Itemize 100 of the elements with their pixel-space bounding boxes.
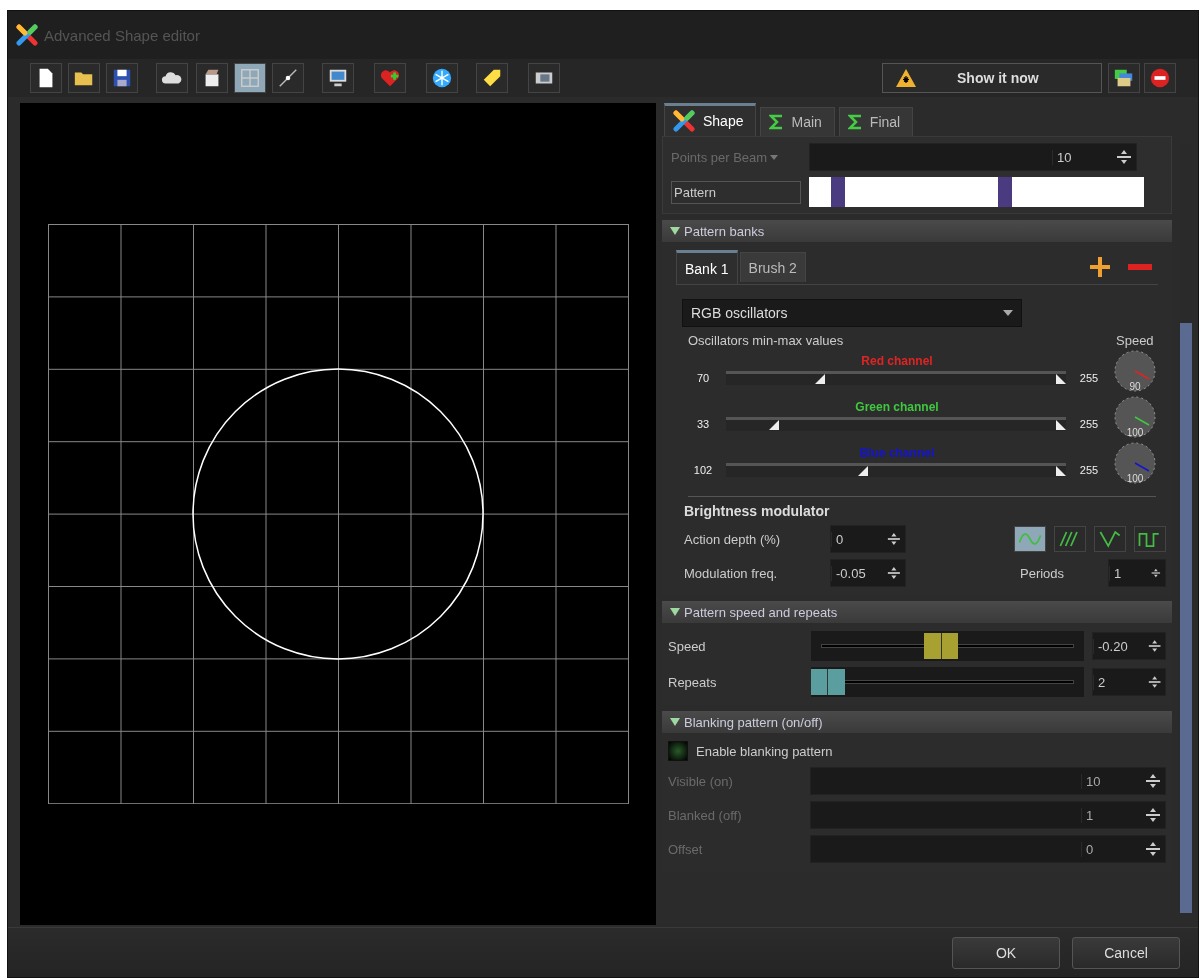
caret-icon xyxy=(1003,310,1013,316)
close-button[interactable] xyxy=(1144,63,1176,93)
knob-value: 90 xyxy=(1128,381,1142,392)
slider-thumb[interactable] xyxy=(1056,466,1066,476)
checkbox[interactable] xyxy=(668,741,688,761)
pattern-label: Pattern xyxy=(671,180,801,204)
toolbar-button[interactable] xyxy=(528,63,560,93)
floppy-icon xyxy=(111,67,133,89)
tag-icon xyxy=(481,67,503,89)
heart-plus-icon xyxy=(379,67,401,89)
toolbar-button[interactable] xyxy=(426,63,458,93)
channel-name: Red channel xyxy=(861,354,933,368)
number-field[interactable]: 0 xyxy=(830,525,906,553)
field-label: Speed xyxy=(668,638,707,654)
speed-knob[interactable]: 90 xyxy=(1112,348,1158,394)
speed-knob[interactable]: 100 xyxy=(1112,440,1158,486)
add-icon[interactable] xyxy=(1088,255,1112,279)
channel-name: Green channel xyxy=(855,400,939,414)
stop-icon xyxy=(1149,67,1171,89)
knob-dial-icon xyxy=(1112,348,1158,394)
pattern-strip[interactable] xyxy=(809,177,1144,207)
tab[interactable]: Final xyxy=(838,107,914,136)
tab[interactable]: Main xyxy=(760,107,835,136)
number-field[interactable]: 2 xyxy=(1092,668,1166,696)
slider-thumb[interactable] xyxy=(815,374,826,384)
speed-knob[interactable]: 100 xyxy=(1112,394,1158,440)
snowflake-icon xyxy=(431,67,453,89)
show-it-now-button[interactable]: Show it now xyxy=(882,63,1102,93)
number-field[interactable]: 1 xyxy=(1108,559,1166,587)
slider-thumb[interactable] xyxy=(1056,420,1066,430)
section-header[interactable]: Blanking pattern (on/off) xyxy=(662,711,1172,733)
range-slider-track[interactable] xyxy=(726,463,1066,477)
toolbar-button[interactable] xyxy=(476,63,508,93)
triangle-icon xyxy=(670,227,680,235)
range-slider-track[interactable] xyxy=(726,417,1066,431)
field-label: Visible (on) xyxy=(668,773,734,789)
max-value: 255 xyxy=(1078,464,1100,476)
slider-thumb[interactable] xyxy=(768,420,779,430)
number-field[interactable]: -0.05 xyxy=(830,559,906,587)
toolbar-button[interactable] xyxy=(156,63,188,93)
mode-dropdown[interactable]: RGB oscillators xyxy=(682,299,1022,327)
waveform-button[interactable] xyxy=(1134,526,1166,552)
slider-thumb[interactable] xyxy=(810,669,845,695)
checkbox-label: Enable blanking pattern xyxy=(696,743,834,759)
windows-icon xyxy=(1113,67,1135,89)
section-title: Pattern speed and repeats xyxy=(684,604,838,620)
toolbar-button[interactable] xyxy=(374,63,406,93)
bank-tab[interactable]: Brush 2 xyxy=(739,252,806,282)
waveform-button[interactable] xyxy=(1094,526,1126,552)
ok-button[interactable]: OK xyxy=(952,936,1060,969)
field-label: Offset xyxy=(668,841,704,857)
periods-label: Periods xyxy=(1020,565,1066,581)
sigma-icon xyxy=(769,114,784,130)
number-field[interactable]: -0.20 xyxy=(1092,632,1166,660)
triangle-icon xyxy=(670,718,680,726)
speed-label: Speed xyxy=(1116,333,1155,348)
logo-icon xyxy=(16,24,38,46)
logo-icon xyxy=(673,110,695,132)
slider-thumb[interactable] xyxy=(858,466,868,476)
cancel-button[interactable]: Cancel xyxy=(1072,936,1180,969)
waveform-button[interactable] xyxy=(1054,526,1086,552)
slider-thumb[interactable] xyxy=(1056,374,1066,384)
section-title: Pattern banks xyxy=(684,223,765,239)
min-value: 33 xyxy=(695,418,711,430)
toolbar-button[interactable] xyxy=(322,63,354,93)
toolbar-button[interactable] xyxy=(30,63,62,93)
sigma-icon xyxy=(847,114,862,130)
section-header[interactable]: Pattern speed and repeats xyxy=(662,601,1172,623)
caret-icon xyxy=(770,154,779,160)
grid-icon xyxy=(239,67,261,89)
slider-track[interactable] xyxy=(810,631,1084,661)
toolbar-button[interactable] xyxy=(272,63,304,93)
knob-dial-icon xyxy=(1112,394,1158,440)
toolbar-button[interactable] xyxy=(234,63,266,93)
field-label: Action depth (%) xyxy=(684,531,782,547)
windows-button[interactable] xyxy=(1108,63,1140,93)
slider-thumb[interactable] xyxy=(924,633,959,659)
knob-value: 100 xyxy=(1125,427,1145,438)
waveform-button[interactable] xyxy=(1014,526,1046,552)
field-label: Modulation freq. xyxy=(684,565,779,581)
knob-dial-icon xyxy=(1112,440,1158,486)
range-slider-track[interactable] xyxy=(726,371,1066,385)
knob-value: 100 xyxy=(1125,473,1145,484)
min-value: 102 xyxy=(692,464,714,476)
number-field[interactable]: 10 xyxy=(809,143,1137,171)
tab[interactable]: Shape xyxy=(664,103,757,136)
warning-icon xyxy=(895,68,917,88)
slider-track[interactable] xyxy=(810,667,1084,697)
channel-name: Blue channel xyxy=(859,446,935,460)
oscillators-label: Oscillators min-max values xyxy=(688,333,845,348)
toolbar-button[interactable] xyxy=(68,63,100,93)
field-label: Repeats xyxy=(668,674,718,690)
brightness-title: Brightness modulator xyxy=(684,503,830,519)
section-header[interactable]: Pattern banks xyxy=(662,220,1172,242)
bank-tab[interactable]: Bank 1 xyxy=(676,250,738,284)
toolbar-button[interactable] xyxy=(196,63,228,93)
toolbar-button[interactable] xyxy=(106,63,138,93)
max-value: 255 xyxy=(1078,372,1100,384)
monitor-icon xyxy=(327,67,349,89)
line-icon xyxy=(277,67,299,89)
